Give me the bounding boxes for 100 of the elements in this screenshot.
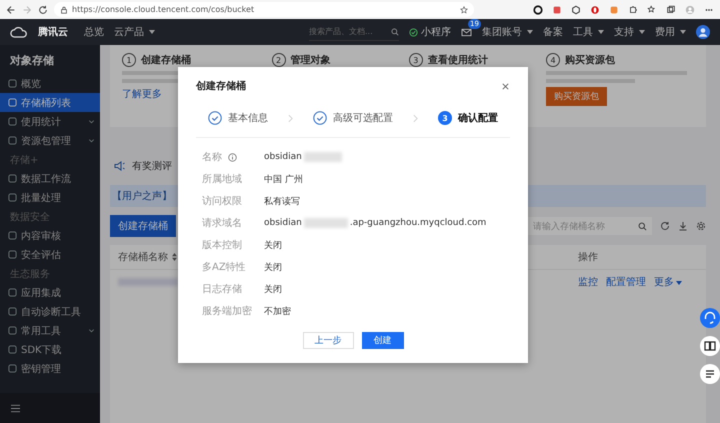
address-bar[interactable]: https://console.cloud.tencent.com/cos/bucket	[54, 2, 474, 17]
field-label: 服务端加密	[202, 304, 252, 318]
refresh-icon[interactable]	[660, 221, 670, 231]
buy-package-button[interactable]: 购买资源包	[546, 87, 608, 106]
square-icon	[8, 307, 17, 316]
create-button[interactable]: 创建	[362, 332, 404, 349]
square-icon	[8, 136, 17, 145]
step-number: 4	[546, 53, 560, 67]
column-header[interactable]: 存储桶名称	[118, 250, 168, 264]
logo-text[interactable]: 腾讯云	[38, 25, 68, 39]
sidebar-item[interactable]: 密钥管理	[0, 359, 100, 378]
sidebar-section-label: 生态服务	[9, 268, 51, 282]
previous-step-button[interactable]: 上一步	[302, 332, 354, 349]
speaker-icon	[114, 161, 126, 171]
search-icon[interactable]	[638, 222, 647, 230]
user-avatar-icon[interactable]	[696, 25, 710, 39]
redacted-name	[118, 278, 178, 286]
caret-icon	[639, 30, 645, 34]
nav-menu[interactable]: 集团账号	[482, 25, 533, 39]
sidebar-item[interactable]: 使用统计	[0, 112, 100, 131]
nav-link[interactable]: 云产品	[114, 25, 155, 39]
learn-more-link[interactable]: 了解更多	[122, 87, 162, 101]
chevron-down-icon	[88, 327, 95, 334]
nav-menu[interactable]: 备案	[543, 25, 563, 39]
collapse-menu-icon[interactable]	[10, 404, 21, 412]
sidebar-item[interactable]: 数据工作流	[0, 169, 100, 188]
square-icon	[8, 250, 17, 259]
search-icon[interactable]	[391, 28, 399, 36]
mini-program-link[interactable]: 小程序	[409, 25, 451, 39]
info-icon[interactable]	[228, 152, 237, 162]
puzzle-icon[interactable]	[628, 4, 638, 14]
action-link[interactable]: 更多	[654, 275, 682, 289]
check-circle-icon	[409, 28, 418, 36]
field-value: 中国 广州	[264, 174, 303, 186]
field-label: 名称	[202, 151, 222, 164]
collections-icon[interactable]	[666, 4, 676, 14]
dialog-title: 创建存储桶	[196, 80, 246, 93]
nav-menu[interactable]: 工具	[573, 25, 604, 39]
back-arrow-icon[interactable]	[6, 4, 16, 14]
square-icon	[8, 231, 17, 240]
field-label: 日志存储	[202, 282, 242, 296]
sidebar-item[interactable]: SDK下载	[0, 340, 100, 359]
field-value: obsidian	[264, 218, 302, 228]
field-label: 版本控制	[202, 238, 242, 252]
sidebar-section-label: 数据安全	[9, 210, 51, 225]
square-icon	[8, 98, 17, 107]
square-icon	[8, 288, 17, 297]
field-label: 多AZ特性	[202, 260, 246, 274]
favorites-icon[interactable]	[647, 4, 657, 14]
list-icon[interactable]	[700, 364, 720, 384]
step-title: 管理对象	[290, 54, 331, 67]
field-value: 不加密	[264, 306, 291, 318]
sidebar-item[interactable]: 内容审核	[0, 226, 100, 245]
chevron-down-icon	[88, 137, 95, 144]
sidebar-item[interactable]: 存储桶列表	[0, 93, 100, 112]
banner-text: 【用户之声】	[112, 190, 172, 203]
caret-icon	[598, 30, 604, 34]
caret-icon	[676, 281, 682, 285]
reload-icon[interactable]	[38, 4, 48, 14]
field-label: 访问权限	[202, 194, 242, 208]
sidebar-item[interactable]: 安全评估	[0, 245, 100, 264]
square-icon	[8, 174, 17, 183]
mail-icon[interactable]	[461, 28, 472, 36]
star-icon[interactable]	[460, 6, 468, 14]
square-icon	[8, 117, 17, 126]
hexagon-icon[interactable]	[571, 4, 581, 14]
download-icon[interactable]	[678, 221, 688, 231]
action-link[interactable]: 配置管理	[606, 275, 646, 289]
nav-link[interactable]: 总览	[84, 25, 104, 39]
field-value: 关闭	[264, 284, 282, 296]
field-value: 私有读写	[264, 196, 300, 208]
square-icon	[8, 364, 17, 373]
step-number: 1	[122, 53, 136, 67]
sidebar-item[interactable]: 应用集成	[0, 283, 100, 302]
square-icon	[8, 193, 17, 202]
sidebar-item[interactable]: 常用工具	[0, 321, 100, 340]
field-label: 所属地域	[202, 172, 242, 186]
sidebar-item[interactable]: 资源包管理	[0, 131, 100, 150]
step-title: 查看使用统计	[428, 54, 488, 67]
column-header: 操作	[578, 251, 599, 264]
square-icon	[8, 345, 17, 354]
square-icon	[8, 326, 17, 335]
sidebar-item[interactable]: 概览	[0, 74, 100, 93]
step-label: 确认配置	[458, 112, 498, 125]
nav-menu[interactable]: 支持	[614, 25, 645, 39]
create-bucket-button[interactable]: 创建存储桶	[110, 215, 176, 237]
close-icon[interactable]	[501, 82, 510, 90]
settings-icon[interactable]	[696, 221, 706, 231]
book-icon[interactable]	[700, 336, 720, 356]
action-link[interactable]: 监控	[578, 275, 598, 289]
field-value: 关闭	[264, 240, 282, 252]
lock-icon	[60, 6, 68, 14]
step-label: 基本信息	[228, 112, 268, 125]
headset-icon[interactable]	[700, 308, 720, 328]
step-number: 3	[438, 111, 452, 125]
sidebar-item[interactable]: 自动诊断工具	[0, 302, 100, 321]
search-field[interactable]: 搜索产品、文档...	[309, 24, 399, 40]
nav-menu[interactable]: 费用	[655, 25, 686, 39]
field-value: .ap-guangzhou.myqcloud.com	[350, 218, 486, 228]
sidebar-item[interactable]: 批量处理	[0, 188, 100, 207]
